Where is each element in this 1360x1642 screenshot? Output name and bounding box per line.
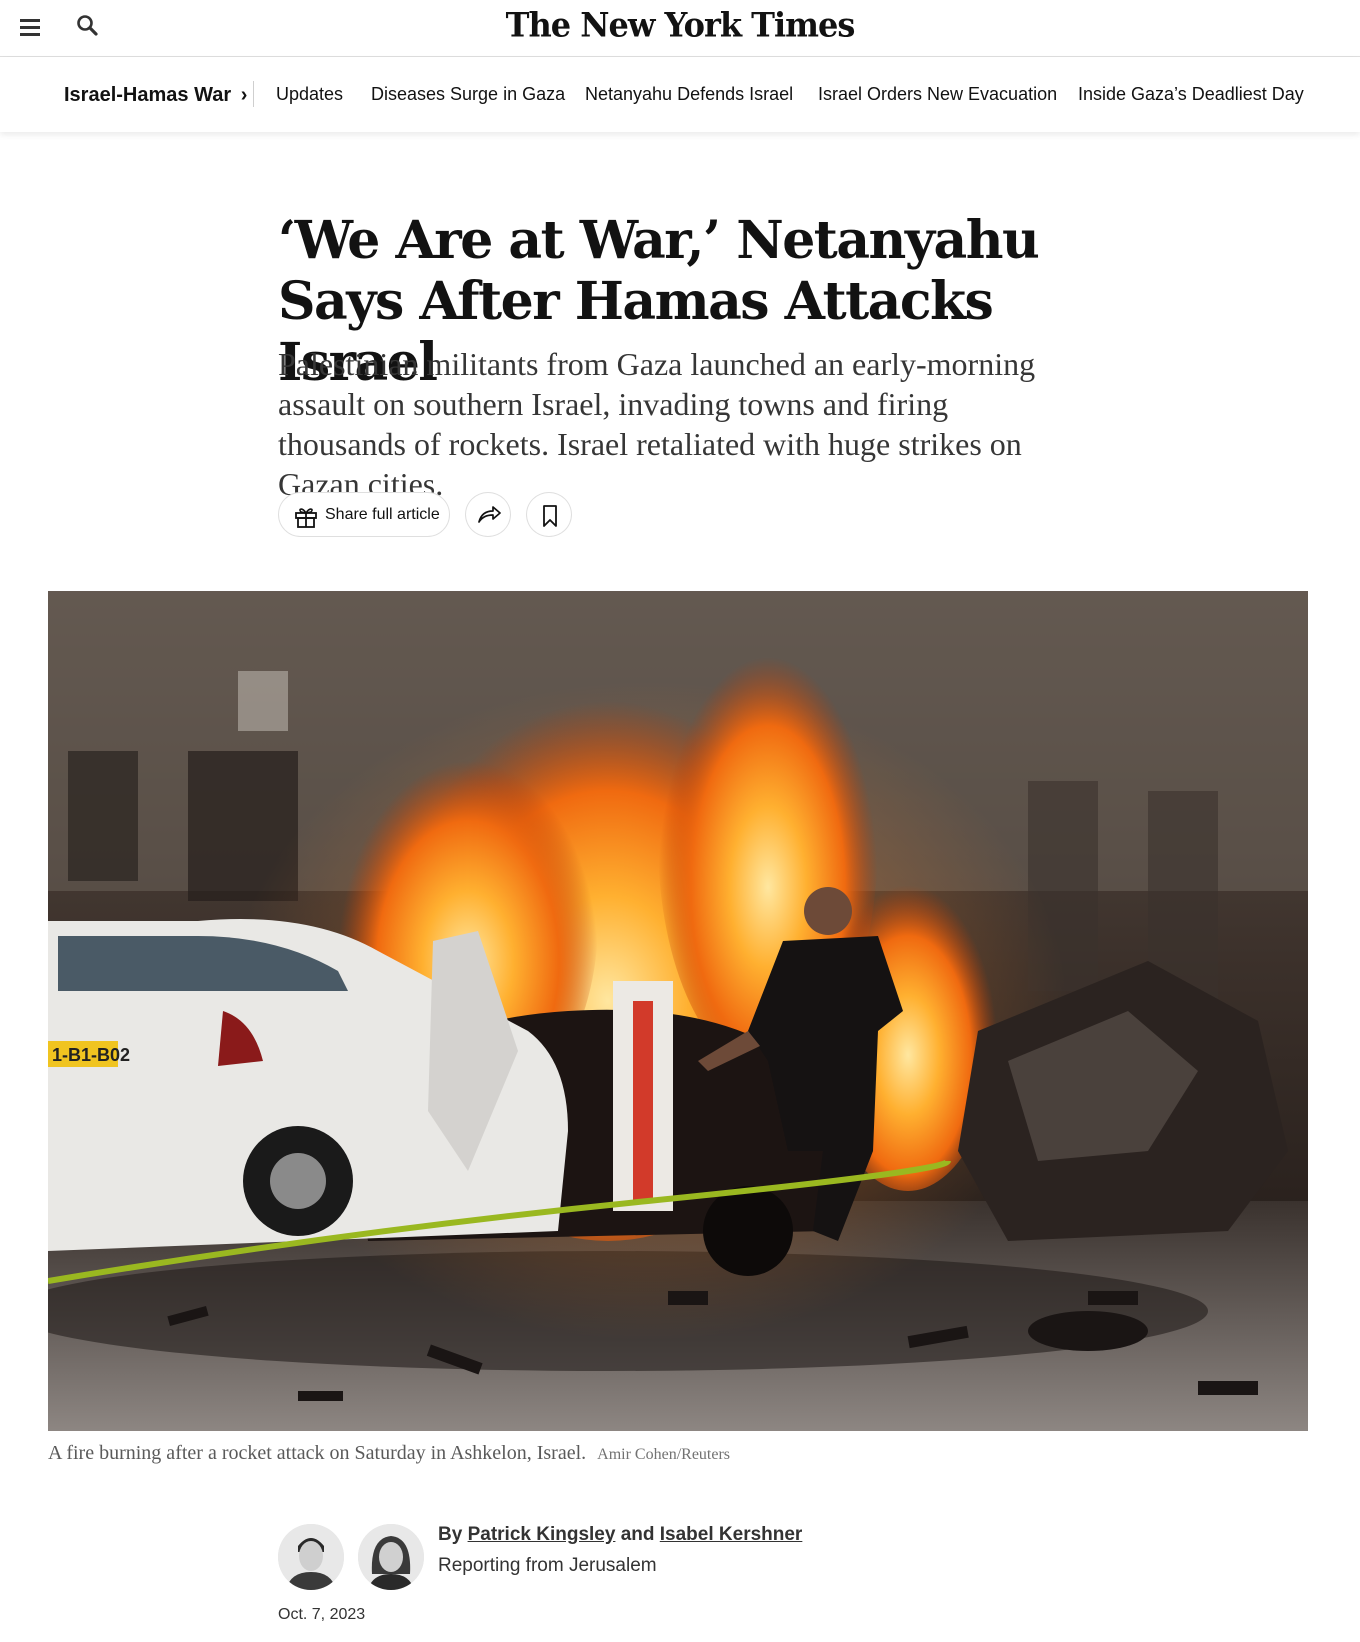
section-title-label: Israel-Hamas War bbox=[64, 84, 232, 106]
article-summary: Palestinian militants from Gaza launched… bbox=[278, 346, 1036, 502]
share-full-article-button[interactable]: Share full article bbox=[278, 492, 450, 537]
section-title-link[interactable]: Israel-Hamas War › bbox=[64, 84, 247, 107]
byline-prefix: By bbox=[438, 1524, 463, 1545]
author-link-isabel-kershner[interactable]: Isabel Kershner bbox=[660, 1524, 803, 1545]
nav-link-netanyahu-defends[interactable]: Netanyahu Defends Israel bbox=[585, 84, 793, 105]
nav-link-diseases-surge[interactable]: Diseases Surge in Gaza bbox=[371, 84, 565, 105]
logo-text: The New York Times bbox=[505, 5, 856, 45]
masthead: The New York Times bbox=[0, 0, 1360, 57]
byline-and: and bbox=[620, 1524, 655, 1545]
reporting-location: Reporting from Jerusalem bbox=[438, 1555, 657, 1576]
nyt-logo[interactable]: The New York Times bbox=[0, 5, 1360, 45]
nav-link-updates[interactable]: Updates bbox=[276, 84, 343, 105]
author-link-patrick-kingsley[interactable]: Patrick Kingsley bbox=[468, 1524, 616, 1545]
bookmark-icon bbox=[543, 505, 557, 527]
author-avatar-patrick-kingsley[interactable] bbox=[278, 1524, 344, 1590]
license-plate-text: 1-B1-B02 bbox=[52, 1045, 130, 1065]
nav-link-deadliest-day[interactable]: Inside Gaza’s Deadliest Day bbox=[1078, 84, 1304, 105]
nav-divider bbox=[253, 81, 254, 107]
photo-caption: A fire burning after a rocket attack on … bbox=[48, 1442, 1308, 1465]
share-arrow-icon bbox=[478, 506, 501, 523]
save-article-button[interactable] bbox=[526, 492, 572, 537]
gift-icon bbox=[295, 508, 317, 528]
byline: By Patrick Kingsley and Isabel Kershner bbox=[438, 1524, 802, 1546]
nav-link-evacuation[interactable]: Israel Orders New Evacuation bbox=[818, 84, 1057, 105]
section-nav: Israel-Hamas War › Updates Diseases Surg… bbox=[0, 57, 1360, 132]
lead-photo: 1-B1-B02 bbox=[48, 591, 1308, 1431]
share-button[interactable] bbox=[465, 492, 511, 537]
chevron-right-icon: › bbox=[240, 84, 248, 106]
publish-date: Oct. 7, 2023 bbox=[278, 1606, 366, 1623]
photo-caption-text: A fire burning after a rocket attack on … bbox=[48, 1442, 587, 1464]
photo-credit: Amir Cohen/Reuters bbox=[597, 1446, 731, 1463]
author-avatar-isabel-kershner[interactable] bbox=[358, 1524, 424, 1590]
share-full-article-label: Share full article bbox=[325, 506, 440, 523]
